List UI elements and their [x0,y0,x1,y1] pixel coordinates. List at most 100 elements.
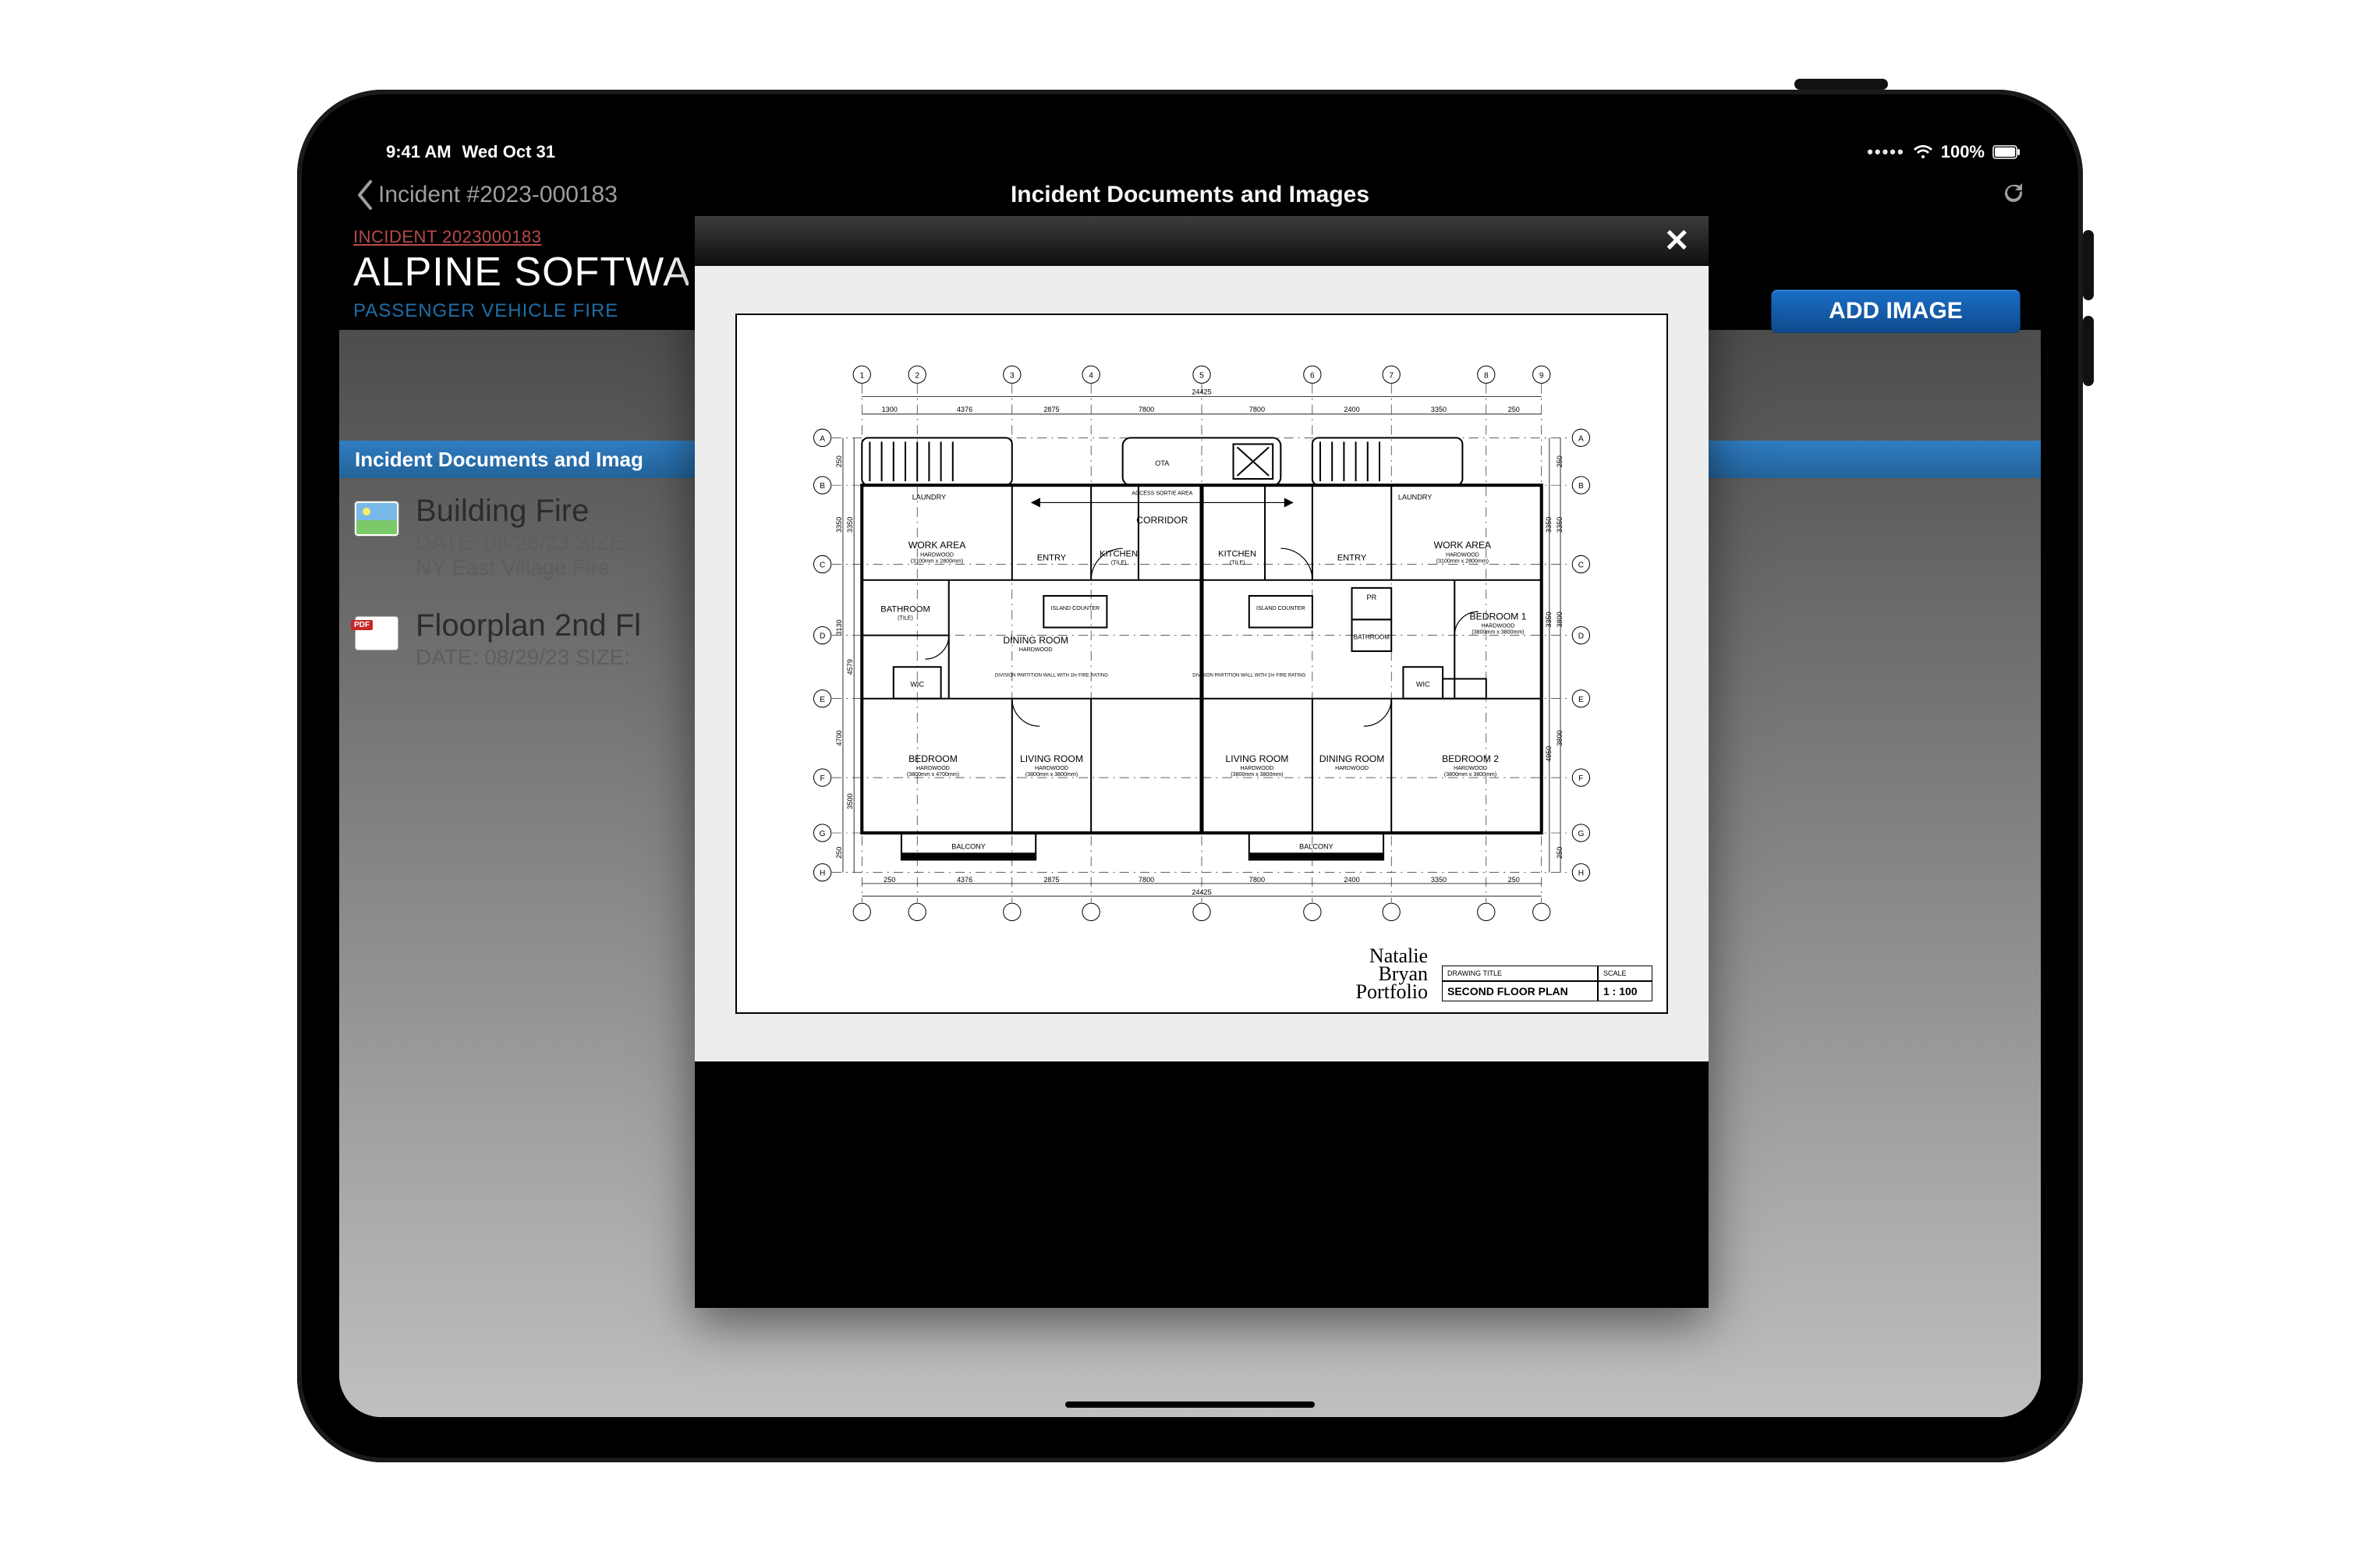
close-button[interactable]: ✕ [1663,223,1690,259]
refresh-button[interactable] [2002,182,2025,209]
svg-text:HARDWOOD: HARDWOOD [1035,765,1068,771]
svg-text:250: 250 [835,455,843,467]
document-title: Floorplan 2nd Fl [416,608,641,643]
svg-text:BEDROOM 2: BEDROOM 2 [1442,753,1499,764]
svg-text:250: 250 [884,876,895,884]
svg-text:3350: 3350 [846,517,854,533]
svg-text:250: 250 [1508,876,1520,884]
svg-text:(3800mm x 4700mm): (3800mm x 4700mm) [907,771,959,778]
svg-text:250: 250 [835,847,843,859]
svg-text:4376: 4376 [957,406,972,413]
svg-text:9: 9 [1539,372,1544,381]
svg-text:3: 3 [1010,372,1015,381]
svg-text:G: G [820,830,826,838]
battery-percent: 100% [1941,142,1985,162]
svg-text:HARDWOOD: HARDWOOD [1446,552,1479,558]
svg-text:4579: 4579 [846,659,854,675]
svg-text:HARDWOOD: HARDWOOD [916,765,950,771]
svg-text:ENTRY: ENTRY [1337,554,1367,563]
svg-text:PR: PR [1367,594,1377,601]
svg-text:DINING ROOM: DINING ROOM [1003,635,1068,646]
svg-text:DIVISION PARTITION WALL WITH 1: DIVISION PARTITION WALL WITH 1hr FIRE RA… [1192,674,1305,679]
cellular-dots-icon [1867,142,1905,162]
svg-text:2400: 2400 [1344,876,1359,884]
svg-text:DIVISION PARTITION WALL WITH 1: DIVISION PARTITION WALL WITH 1hr FIRE RA… [995,674,1108,679]
svg-text:C: C [1578,562,1584,570]
svg-text:A: A [820,435,825,444]
svg-text:24425: 24425 [1192,888,1211,896]
svg-text:7800: 7800 [1249,876,1265,884]
back-label: Incident #2023-000183 [378,182,618,208]
svg-text:3350: 3350 [1431,876,1447,884]
ipad-frame: 9:41 AM Wed Oct 31 100% Incident #2023-0… [297,90,2083,1462]
svg-text:7: 7 [1389,372,1394,381]
svg-text:3800: 3800 [1556,611,1564,627]
svg-text:WORK AREA: WORK AREA [1434,540,1492,551]
svg-text:ENTRY: ENTRY [1037,554,1067,563]
svg-text:E: E [820,696,825,704]
svg-text:C: C [820,562,825,570]
svg-text:HARDWOOD: HARDWOOD [1482,623,1515,629]
svg-text:(3100mm x 2800mm): (3100mm x 2800mm) [911,558,963,565]
document-preview[interactable]: 1 2 3 4 5 6 7 8 9 [695,266,1709,1061]
svg-text:HARDWOOD: HARDWOOD [1335,765,1369,771]
scale-label: SCALE [1598,966,1652,981]
volume-down-frame [2083,316,2094,386]
svg-text:WIC: WIC [1416,681,1430,689]
svg-text:ACCESS SORTIE AREA: ACCESS SORTIE AREA [1132,490,1192,496]
volume-up-frame [2083,230,2094,300]
svg-text:LAUNDRY: LAUNDRY [1398,494,1432,501]
svg-text:BEDROOM 1: BEDROOM 1 [1470,611,1527,622]
svg-text:HARDWOOD: HARDWOOD [920,552,954,558]
image-viewer-modal: ✕ 1 [695,216,1709,1308]
pdf-file-icon [355,616,398,650]
svg-text:250: 250 [1556,847,1564,859]
status-bar: 9:41 AM Wed Oct 31 100% [339,135,2041,169]
svg-text:HARDWOOD: HARDWOOD [1019,647,1053,653]
svg-text:HARDWOOD: HARDWOOD [1454,765,1487,771]
svg-text:(3800mm x 3800mm): (3800mm x 3800mm) [1444,771,1496,778]
svg-text:3350: 3350 [1556,517,1564,533]
svg-text:BATHROOM: BATHROOM [880,604,930,614]
svg-text:BEDROOM: BEDROOM [908,753,958,764]
back-button[interactable]: Incident #2023-000183 [355,180,618,210]
svg-text:HARDWOOD: HARDWOOD [1241,765,1274,771]
drawing-scale: 1 : 100 [1598,981,1652,1001]
image-file-icon [355,501,398,536]
svg-text:2: 2 [915,372,919,381]
svg-text:CORRIDOR: CORRIDOR [1136,515,1188,526]
svg-text:WORK AREA: WORK AREA [908,540,966,551]
svg-text:250: 250 [1508,406,1520,413]
svg-text:LAUNDRY: LAUNDRY [912,494,946,501]
svg-text:7800: 7800 [1139,876,1154,884]
svg-text:BALCONY: BALCONY [951,842,986,850]
nav-bar: Incident #2023-000183 Incident Documents… [339,169,2041,221]
title-label: DRAWING TITLE [1442,966,1598,981]
svg-text:1: 1 [859,372,864,381]
svg-text:(TILE): (TILE) [1230,560,1245,566]
refresh-icon [2002,182,2025,205]
svg-text:1300: 1300 [882,406,898,413]
svg-text:BALCONY: BALCONY [1299,842,1333,850]
svg-text:G: G [1578,830,1584,838]
svg-text:B: B [1578,482,1584,491]
svg-text:3800: 3800 [1556,730,1564,746]
svg-text:DINING ROOM: DINING ROOM [1319,753,1385,764]
svg-text:4: 4 [1089,372,1093,381]
svg-text:D: D [820,632,825,641]
svg-text:4950: 4950 [1545,746,1553,762]
document-meta: DATE: 08/29/23 SIZE: [416,645,641,670]
svg-text:E: E [1578,696,1584,704]
svg-text:H: H [820,870,825,878]
svg-text:3350: 3350 [1545,517,1553,533]
incident-heading: ALPINE SOFTWARE C [353,249,689,296]
add-image-button[interactable]: ADD IMAGE [1771,289,2021,333]
wifi-icon [1913,144,1933,160]
svg-text:7800: 7800 [1139,406,1154,413]
document-meta: DATE: 08/28/23 SIZE: [416,530,630,555]
svg-text:B: B [820,482,825,491]
floorplan-sheet: 1 2 3 4 5 6 7 8 9 [735,314,1668,1014]
svg-text:BATHROOM: BATHROOM [1354,634,1390,641]
svg-text:H: H [1578,870,1584,878]
svg-text:KITCHEN: KITCHEN [1218,550,1256,559]
